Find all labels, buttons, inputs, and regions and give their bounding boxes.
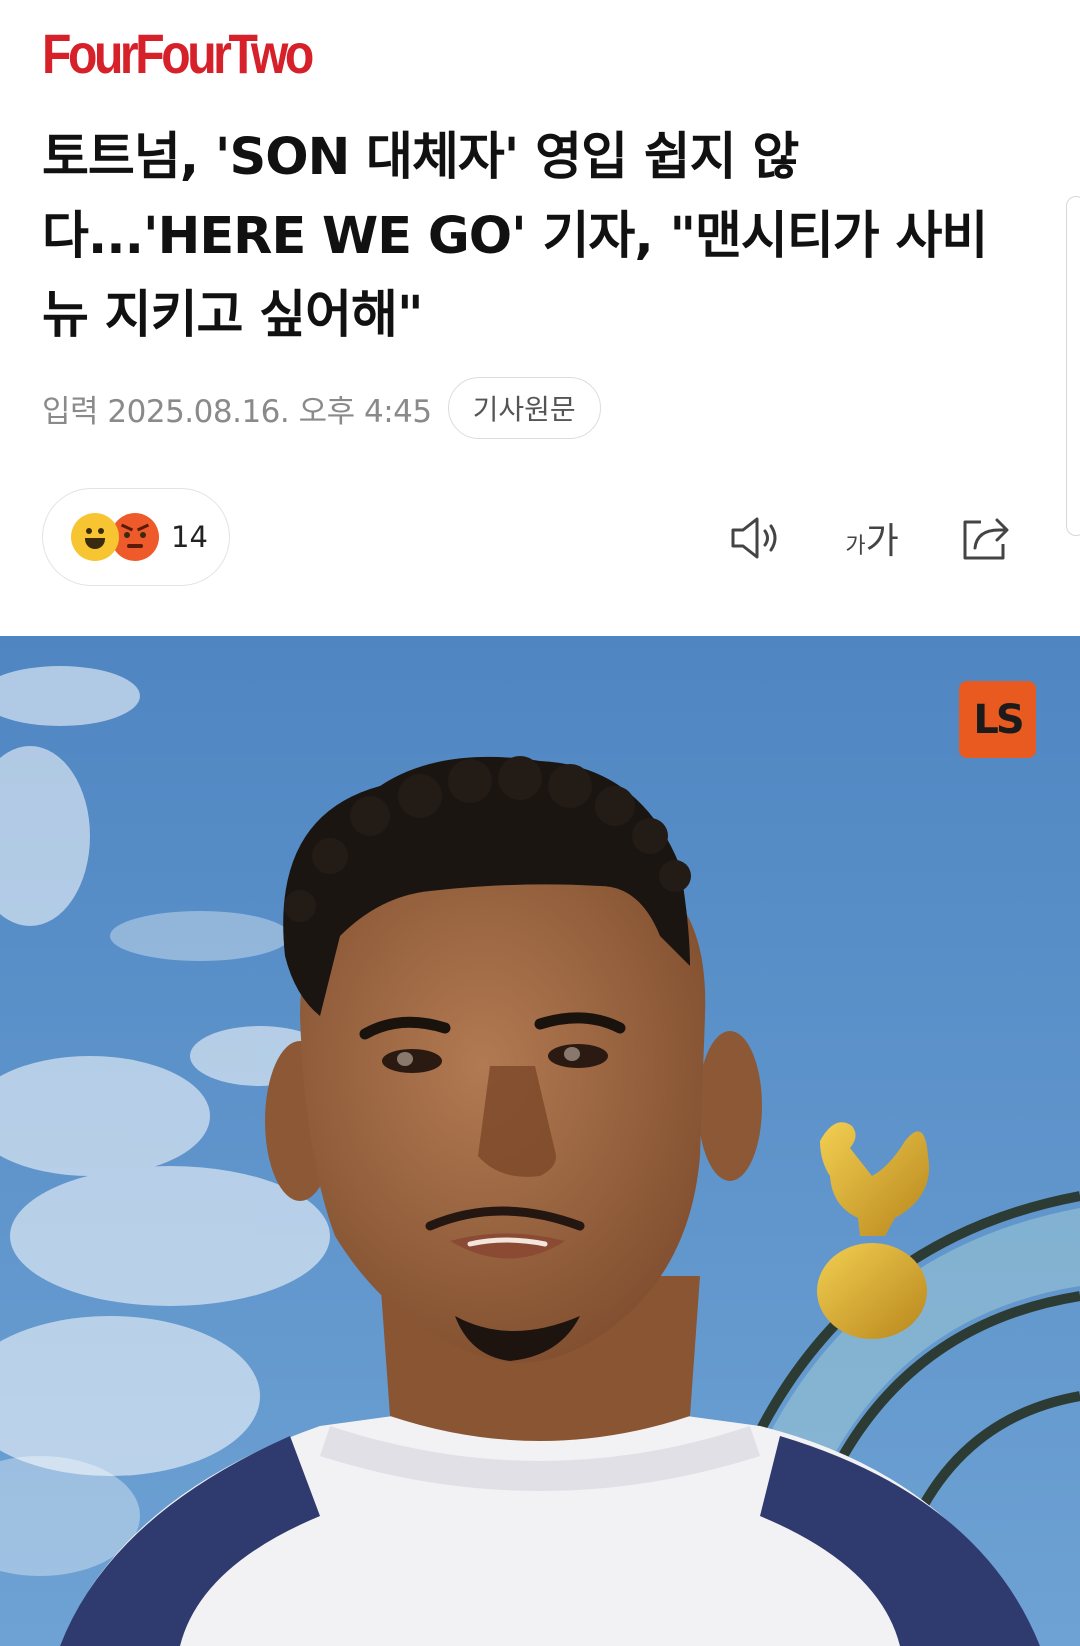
article-title: 토트넘, 'SON 대체자' 영입 쉽지 않다...'HERE WE GO' 기… (42, 128, 988, 345)
original-article-label: 기사원문 (472, 393, 576, 426)
article-page: FourFourTwo 토트넘, 'SON 대체자' 영입 쉽지 않다...'H… (0, 0, 1080, 1646)
text-to-speech-button[interactable] (726, 508, 786, 568)
player-photo-image (0, 636, 1080, 1646)
share-button[interactable] (956, 508, 1016, 568)
speaker-icon (731, 517, 777, 559)
fourfourtwo-logo[interactable]: FourFourTwo (42, 22, 314, 86)
font-size-icon: 가 가 (845, 512, 898, 564)
side-scroll-handle[interactable] (1066, 196, 1080, 536)
font-size-large-glyph: 가 (865, 521, 899, 562)
publish-date: 입력 2025.08.16. 오후 4:45 (42, 393, 432, 430)
ls-watermark-logo: LS (959, 681, 1036, 758)
share-icon (963, 518, 1009, 560)
reactions-button[interactable]: 14 (42, 488, 230, 586)
happy-face-icon (71, 513, 119, 561)
original-article-button[interactable]: 기사원문 (447, 377, 601, 439)
article-meta: 입력 2025.08.16. 오후 4:45 기사원문 (42, 375, 601, 441)
font-size-small-glyph: 가 (845, 534, 866, 559)
article-photo (0, 636, 1080, 1646)
font-size-button[interactable]: 가 가 (836, 508, 908, 568)
reaction-count: 14 (171, 520, 208, 554)
